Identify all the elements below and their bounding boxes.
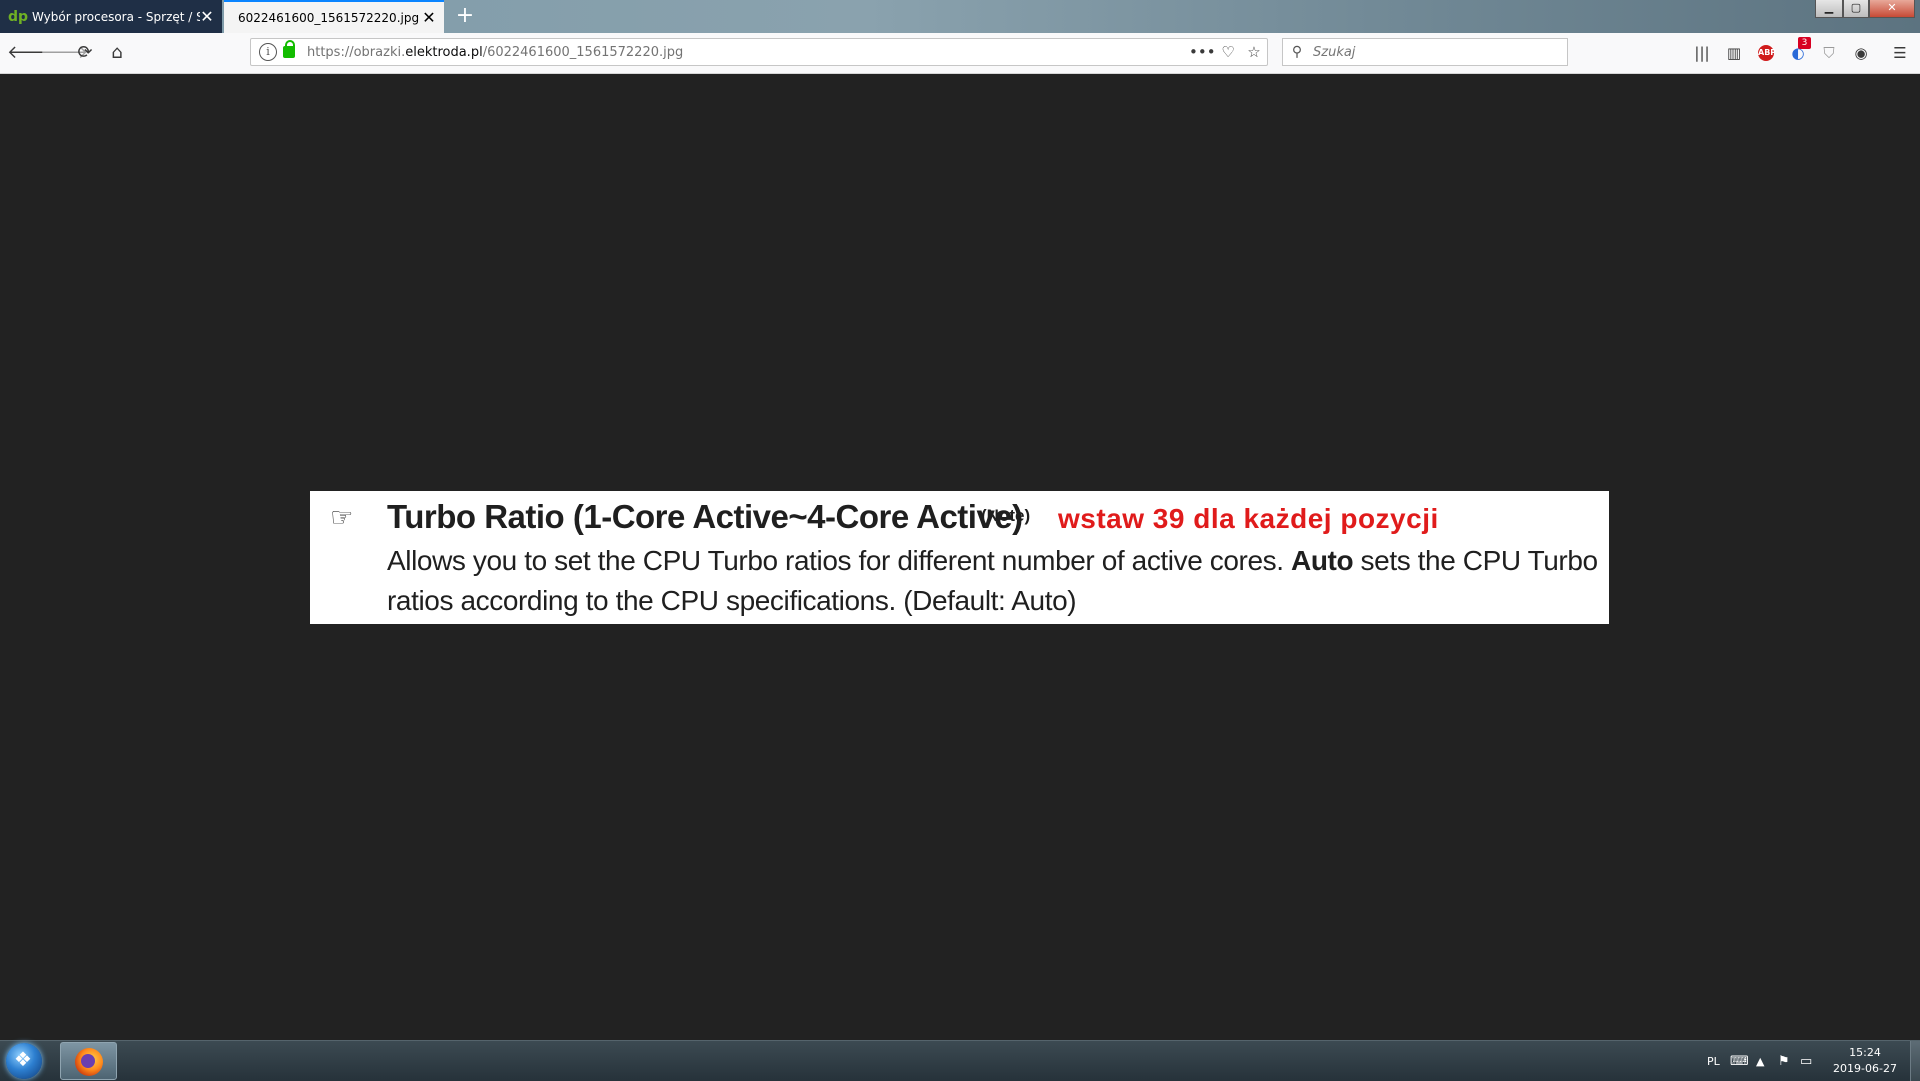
language-indicator[interactable]: PL: [1707, 1041, 1720, 1081]
page-actions-icon[interactable]: •••: [1189, 43, 1216, 61]
taskbar: PL ⌨ ▲ ⚑ ▭ 15:24 2019-06-27: [0, 1040, 1920, 1081]
description-text: Allows you to set the CPU Turbo ratios f…: [387, 545, 1292, 576]
bookmark-star-icon[interactable]: ☆: [1241, 43, 1267, 61]
adblock-plus-icon[interactable]: ABP: [1758, 45, 1776, 61]
window-controls: ▁ ▢ ✕: [1815, 0, 1915, 18]
url-path: /6022461600_1561572220.jpg: [482, 44, 684, 60]
note-marker: (Note): [981, 506, 1031, 525]
firefox-icon: [75, 1048, 103, 1076]
tab-strip: dp Wybór procesora - Sprzęt / Sprz ✕ 602…: [0, 0, 1920, 33]
search-input[interactable]: [1311, 43, 1555, 61]
extension-icon[interactable]: ◐ 3: [1786, 37, 1811, 65]
tab-wybor-procesora[interactable]: dp Wybór procesora - Sprzęt / Sprz ✕: [0, 0, 222, 33]
back-button[interactable]: 🡐: [7, 41, 55, 65]
minimize-button[interactable]: ▁: [1815, 0, 1843, 18]
lock-icon[interactable]: [283, 40, 295, 58]
close-tab-icon[interactable]: ✕: [422, 8, 436, 27]
menu-icon[interactable]: ☰: [1888, 41, 1912, 65]
home-button[interactable]: ⌂: [105, 41, 129, 65]
url-domain: elektroda.pl: [405, 44, 483, 60]
clock[interactable]: 15:24 2019-06-27: [1820, 1045, 1910, 1077]
description-bold: Auto: [1291, 545, 1354, 576]
taskbar-firefox-button[interactable]: [60, 1042, 117, 1080]
search-bar[interactable]: ⚲: [1282, 38, 1568, 66]
url-prefix: https://obrazki.: [307, 44, 406, 60]
setting-description: Allows you to set the CPU Turbo ratios f…: [387, 541, 1602, 621]
url-bar[interactable]: i https://obrazki.elektroda.pl/602246160…: [250, 38, 1268, 66]
tab-label: Wybór procesora - Sprzęt / Sprz: [32, 9, 200, 24]
close-window-button[interactable]: ✕: [1869, 0, 1915, 18]
start-button[interactable]: [6, 1043, 42, 1079]
reload-button[interactable]: ⟳: [73, 41, 97, 65]
show-hidden-icons-icon[interactable]: ▲: [1756, 1041, 1764, 1081]
setting-heading: Turbo Ratio (1-Core Active~4-Core Active…: [387, 498, 1023, 535]
notification-badge: 3: [1798, 37, 1811, 49]
show-desktop-button[interactable]: [1910, 1041, 1920, 1081]
pointing-hand-icon: ☞: [330, 503, 354, 533]
close-tab-icon[interactable]: ✕: [200, 7, 214, 26]
clock-time: 15:24: [1849, 1046, 1881, 1059]
keyboard-icon[interactable]: ⌨: [1730, 1041, 1749, 1081]
url-text[interactable]: https://obrazki.elektroda.pl/6022461600_…: [307, 45, 1189, 60]
clock-date: 2019-06-27: [1833, 1062, 1897, 1075]
navigation-bar: 🡐 🡒 ⟳ ⌂ i https://obrazki.elektroda.pl/6…: [0, 33, 1920, 74]
account-icon[interactable]: ◉: [1849, 41, 1873, 65]
library-icon[interactable]: |||: [1690, 41, 1714, 65]
pocket-icon[interactable]: ♡: [1215, 43, 1241, 61]
tab-image[interactable]: 6022461600_1561572220.jpg (obraz ✕: [224, 0, 444, 33]
new-tab-button[interactable]: +: [452, 3, 478, 29]
sidebar-icon[interactable]: ▥: [1722, 41, 1746, 65]
red-annotation: wstaw 39 dla każdej pozycji: [1058, 503, 1439, 534]
action-center-flag-icon[interactable]: ⚑: [1778, 1041, 1790, 1081]
tab-label: 6022461600_1561572220.jpg (obraz: [238, 10, 422, 25]
forward-button[interactable]: 🡒: [40, 41, 88, 65]
maximize-button[interactable]: ▢: [1843, 0, 1869, 18]
privacy-shield-icon[interactable]: ⛉: [1817, 41, 1841, 65]
displayed-image: ☞ Turbo Ratio (1-Core Active~4-Core Acti…: [310, 491, 1609, 624]
dp-favicon-icon: dp: [8, 8, 29, 25]
search-icon: ⚲: [1291, 44, 1303, 60]
info-icon[interactable]: i: [259, 43, 277, 61]
network-icon[interactable]: ▭: [1800, 1041, 1812, 1081]
